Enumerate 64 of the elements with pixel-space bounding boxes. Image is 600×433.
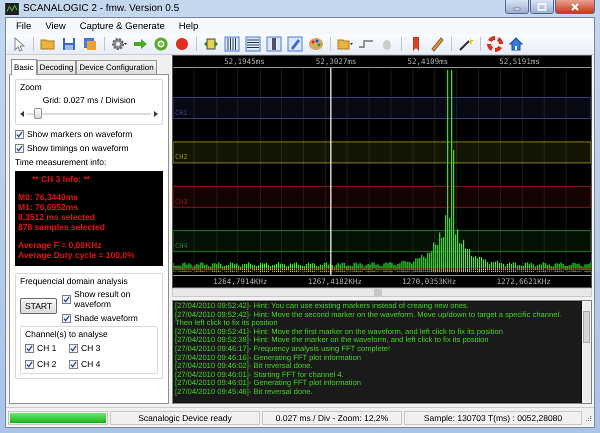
status-message: Scanalogic Device ready	[110, 410, 260, 424]
gear-icon[interactable]	[110, 35, 128, 53]
info-text: M1: 76,6952ms	[18, 202, 80, 212]
export-icon[interactable]	[81, 35, 99, 53]
checkbox-label[interactable]: Show result on waveform	[74, 289, 158, 309]
save-icon[interactable]	[60, 35, 78, 53]
menu-item[interactable]: View	[45, 20, 66, 32]
close-icon	[570, 2, 580, 10]
vertical-scrollbar[interactable]	[582, 301, 591, 403]
checkbox-label[interactable]: Show markers on waveform	[27, 129, 132, 139]
column-icon[interactable]	[265, 35, 283, 53]
close-button[interactable]	[555, 0, 595, 14]
horizontal-scrollbar[interactable]	[172, 288, 592, 297]
maximize-icon	[537, 2, 547, 10]
left-arrow-icon[interactable]	[20, 111, 24, 117]
info-text: Average F = 0,00KHz	[18, 240, 103, 250]
checkbox[interactable]	[69, 360, 78, 368]
checkbox-label[interactable]: Show timings on waveform	[27, 143, 129, 153]
checkbox[interactable]	[15, 130, 24, 138]
palette-icon[interactable]	[307, 35, 325, 53]
checkbox-label[interactable]: CH 4	[81, 359, 100, 369]
maximize-button[interactable]	[530, 0, 554, 14]
info-text: ** CH 3 Info: **	[31, 174, 92, 184]
minimize-button[interactable]	[505, 0, 529, 14]
menu-item[interactable]: Help	[178, 20, 198, 32]
checkbox[interactable]	[25, 344, 34, 352]
resize-grip-icon[interactable]	[584, 414, 592, 422]
wand-icon[interactable]	[457, 35, 475, 53]
menu-item[interactable]: File	[16, 20, 32, 32]
tab[interactable]: Decoding	[36, 60, 76, 74]
status-sample: Sample: 130703 T(ms) : 0052,28080	[404, 410, 582, 424]
checkbox-label[interactable]: Shade waveform	[74, 313, 138, 323]
info-text: 0,3512 ms selected	[18, 212, 96, 222]
info-text: 878 samples selected	[18, 222, 106, 232]
vertical-grid-icon[interactable]	[223, 35, 241, 53]
lifebuoy-icon[interactable]	[486, 35, 504, 53]
checkbox[interactable]	[69, 344, 78, 352]
checkbox-label[interactable]: CH 1	[37, 343, 56, 353]
group-title: Channel(s) to analyse	[25, 329, 109, 339]
checkbox[interactable]	[15, 144, 24, 152]
status-zoom: 0.027 ms / Div - Zoom: 12,2%	[262, 410, 402, 424]
grid-label: Grid: 0.027 ms / Division	[42, 95, 136, 105]
slider-thumb[interactable]	[34, 108, 42, 119]
home-icon[interactable]	[507, 35, 525, 53]
app-icon	[5, 2, 19, 14]
info-text: M0: 76,3440ms	[18, 192, 80, 202]
group-title: Zoom	[20, 82, 43, 92]
checkbox-label[interactable]: CH 2	[37, 359, 56, 369]
tab[interactable]: Basic	[11, 59, 37, 75]
window-title: SCANALOGIC 2 - fmw. Version 0.5	[23, 3, 180, 14]
right-arrow-icon[interactable]	[154, 111, 158, 117]
checkbox[interactable]	[62, 294, 72, 304]
section-label: Time measurement info:	[15, 157, 108, 167]
checkbox[interactable]	[25, 360, 34, 368]
checkbox-label[interactable]: CH 3	[81, 343, 100, 353]
group-title: Frequencial domain analysis	[20, 276, 129, 286]
zoom-slider[interactable]	[20, 108, 158, 120]
info-text: Average Duty cycle = 100,0%	[18, 250, 136, 260]
start-button[interactable]: START	[20, 298, 58, 314]
menu-item[interactable]: Capture & Generate	[80, 20, 165, 32]
record-icon[interactable]	[173, 35, 191, 53]
checkbox[interactable]	[62, 314, 72, 322]
horizontal-grid-icon[interactable]	[244, 35, 262, 53]
tab[interactable]: Device Configuration	[76, 60, 157, 74]
